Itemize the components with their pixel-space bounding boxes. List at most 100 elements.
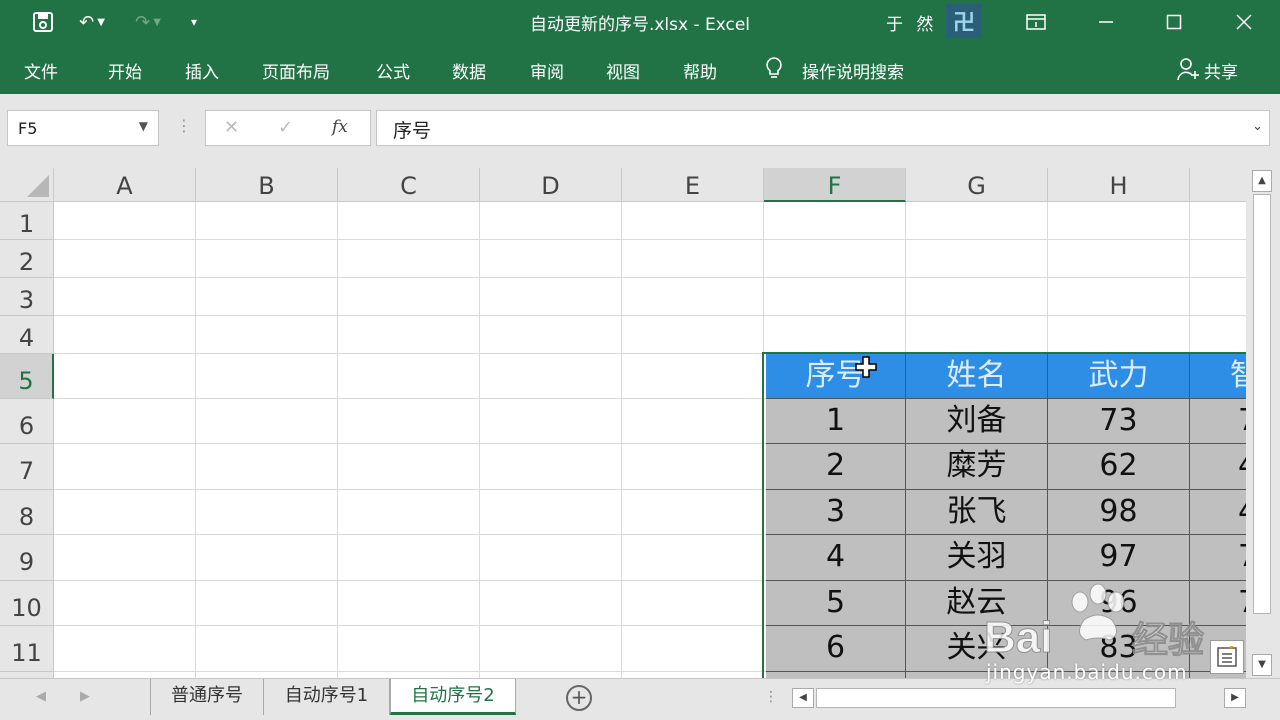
table-cell[interactable]: 2 [766,444,906,490]
table-cell[interactable]: 6 [766,626,906,672]
tab-page-layout[interactable]: 页面布局 [262,58,330,83]
vertical-scrollbar[interactable]: ▲ ▼ [1250,168,1274,678]
scroll-right-icon[interactable]: ▶ [1224,688,1246,708]
tab-home[interactable]: 开始 [108,58,142,83]
grid-line [195,202,196,678]
grid-line [54,239,1246,240]
table-cell[interactable]: 7 [1190,399,1246,444]
sheet-tab-2[interactable]: 自动序号1 [264,679,390,715]
avatar[interactable]: 卍 [946,4,982,38]
table-header-cell-i5[interactable]: 智 [1190,354,1246,399]
tab-review[interactable]: 审阅 [530,58,564,83]
scroll-up-icon[interactable]: ▲ [1252,170,1272,192]
tab-formulas[interactable]: 公式 [376,58,410,83]
table-cell[interactable]: 97 [1048,535,1190,581]
name-box-value: F5 [18,119,38,138]
expand-formula-bar-icon[interactable]: ⌄ [1252,119,1263,134]
column-header-a[interactable]: A [54,168,196,202]
cell-cursor-icon [855,356,877,378]
tab-insert[interactable]: 插入 [185,58,219,83]
row-header-2[interactable]: 2 [0,240,54,278]
row-header-3[interactable]: 3 [0,278,54,316]
column-header-d[interactable]: D [480,168,622,202]
row-header-9[interactable]: 9 [0,535,54,581]
formula-bar-grip-icon[interactable]: ⋮ [176,116,192,135]
name-box[interactable]: F5 ▼ [7,110,159,146]
ribbon-display-options-icon[interactable] [1010,0,1062,44]
minimize-icon[interactable] [1080,0,1132,44]
previous-sheet-icon[interactable]: ◀ [36,689,46,704]
table-cell[interactable]: 98 [1048,490,1190,535]
user-name[interactable]: 于 然 [886,10,937,35]
quick-analysis-icon[interactable] [1210,640,1244,674]
lightbulb-icon [764,56,784,87]
column-header-c[interactable]: C [338,168,480,202]
tell-me-search[interactable]: 操作说明搜索 [802,58,904,83]
table-cell[interactable]: 4 [766,535,906,581]
column-header-e[interactable]: E [622,168,764,202]
tab-data[interactable]: 数据 [452,58,486,83]
row-header-11[interactable]: 11 [0,626,54,672]
autosave-icon[interactable] [28,8,58,36]
horizontal-scroll-thumb[interactable] [816,688,1176,708]
table-header-cell-g5[interactable]: 姓名 [906,354,1048,399]
spreadsheet-grid[interactable]: A B C D E F G H 1 2 3 4 5 6 7 8 9 10 11 … [0,168,1246,678]
row-header-1[interactable]: 1 [0,202,54,240]
tab-split-handle-icon[interactable]: ⋮ [764,689,778,705]
select-all-button[interactable] [0,168,54,202]
table-cell[interactable]: 张飞 [906,490,1048,535]
table-cell[interactable]: 7 [1190,535,1246,581]
table-cell[interactable]: 关羽 [906,535,1048,581]
scroll-left-icon[interactable]: ◀ [792,688,814,708]
row-header-5[interactable]: 5 [0,354,54,399]
enter-icon[interactable]: ✓ [278,117,293,138]
table-cell[interactable]: 赵云 [906,581,1048,626]
table-cell[interactable]: 96 [1048,581,1190,626]
column-header-g[interactable]: G [906,168,1048,202]
vertical-scroll-thumb[interactable] [1253,194,1271,614]
sheet-tab-1[interactable]: 普通序号 [150,679,264,715]
column-header-b[interactable]: B [196,168,338,202]
column-header-f[interactable]: F [764,168,906,202]
sheet-tab-3[interactable]: 自动序号2 [390,679,516,715]
tab-file[interactable]: 文件 [24,58,58,83]
table-cell[interactable]: 糜芳 [906,444,1048,490]
horizontal-scrollbar[interactable]: ◀ ▶ [792,686,1246,710]
share-button[interactable]: 共享 [1204,58,1238,83]
formula-input[interactable]: 序号 ⌄ [376,110,1270,146]
tab-help[interactable]: 帮助 [683,58,717,83]
customize-toolbar-icon[interactable]: ▾ [184,8,204,36]
chevron-down-icon[interactable]: ▼ [139,119,148,133]
table-header-cell-h5[interactable]: 武力 [1048,354,1190,399]
watermark-url: jingyan.baidu.com [986,660,1188,684]
maximize-icon[interactable] [1148,0,1200,44]
table-cell[interactable]: 4 [1190,444,1246,490]
redo-icon[interactable]: ↷ ▼ [126,8,170,36]
table-cell[interactable]: 4 [1190,490,1246,535]
table-header-cell-f5[interactable]: 序号 [766,354,906,399]
next-sheet-icon[interactable]: ▶ [80,689,90,704]
table-cell[interactable]: 刘备 [906,399,1048,444]
tab-view[interactable]: 视图 [606,58,640,83]
row-header-4[interactable]: 4 [0,316,54,354]
undo-icon[interactable]: ↶ ▼ [72,8,112,36]
insert-function-icon[interactable]: fx [332,117,348,137]
table-cell[interactable]: 3 [766,490,906,535]
row-header-10[interactable]: 10 [0,581,54,626]
row-header-6[interactable]: 6 [0,399,54,444]
row-header-8[interactable]: 8 [0,490,54,535]
share-icon[interactable] [1176,56,1200,87]
column-header-h[interactable]: H [1048,168,1190,202]
ribbon-tabs: 文件 开始 插入 页面布局 公式 数据 审阅 视图 帮助 操作说明搜索 共享 [0,46,1280,94]
table-cell[interactable]: 73 [1048,399,1190,444]
table-cell[interactable]: 62 [1048,444,1190,490]
row-header-7[interactable]: 7 [0,444,54,490]
scroll-down-icon[interactable]: ▼ [1252,654,1272,676]
table-cell[interactable]: 5 [766,581,906,626]
table-cell[interactable]: 7 [1190,581,1246,626]
cancel-icon[interactable]: ✕ [224,117,239,138]
close-icon[interactable] [1218,0,1270,44]
table-cell[interactable]: 1 [766,399,906,444]
column-header-i[interactable] [1190,168,1246,202]
add-sheet-icon[interactable]: + [566,685,592,711]
